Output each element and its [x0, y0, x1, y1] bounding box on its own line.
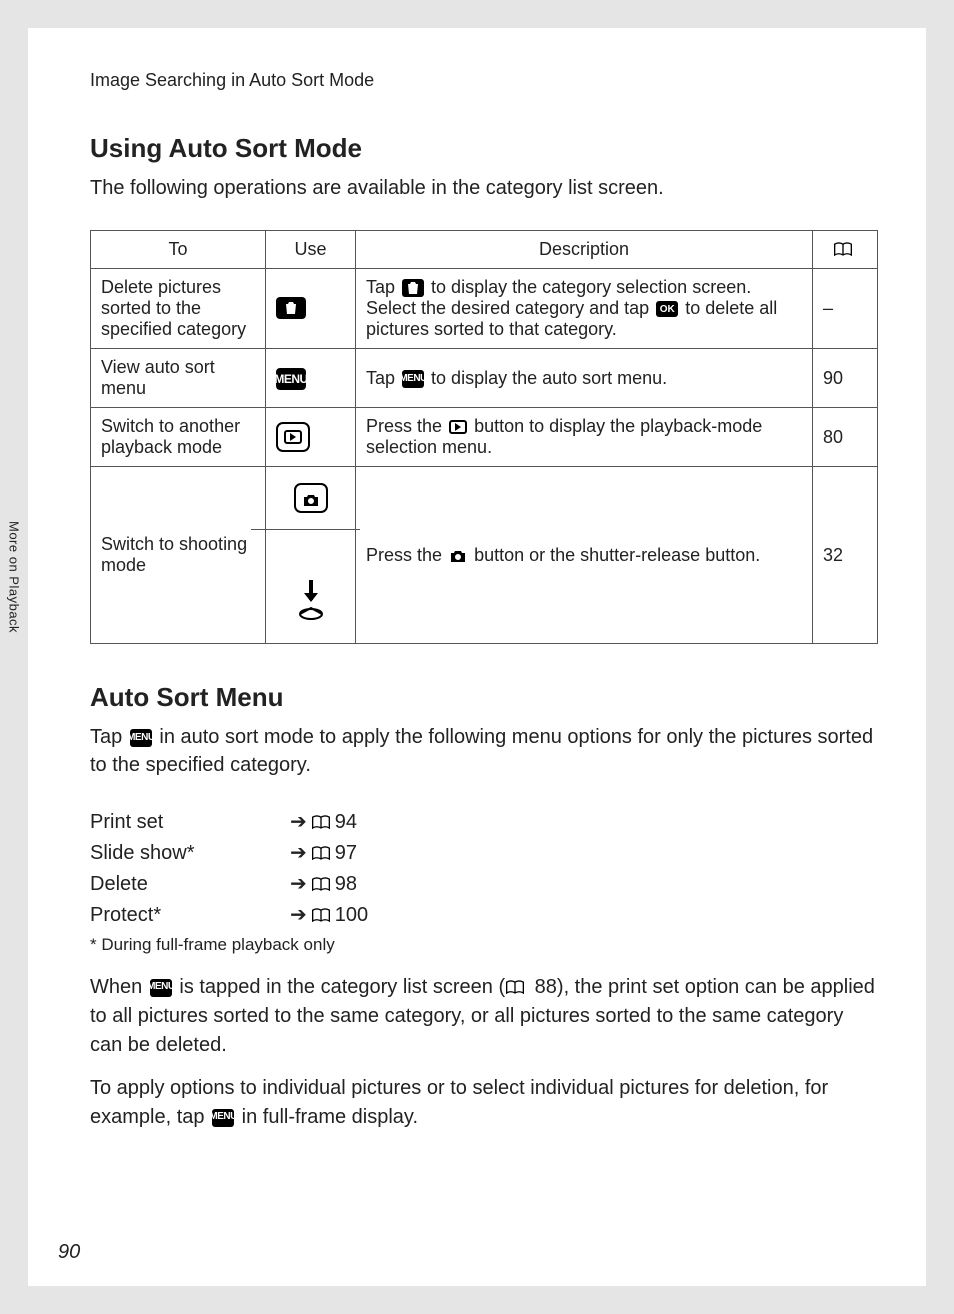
table-row: View auto sort menu MENU Tap MENU to dis… — [91, 349, 878, 408]
cell-ref: 32 — [813, 467, 878, 644]
book-icon — [311, 877, 331, 893]
menu-item: Print set ➔94 — [90, 807, 878, 838]
camera-icon — [449, 549, 467, 563]
menu-item: Delete ➔98 — [90, 869, 878, 900]
book-icon — [311, 846, 331, 862]
footnote: * During full-frame playback only — [90, 935, 878, 955]
page-number: 90 — [58, 1241, 80, 1264]
section-intro: The following operations are available i… — [90, 174, 878, 202]
menu-icon: MENU — [130, 729, 152, 747]
cell-to: Delete pictures sorted to the specified … — [91, 269, 266, 349]
book-icon — [311, 908, 331, 924]
cell-desc: Press the button to display the playback… — [356, 408, 813, 467]
menu-item: Protect* ➔100 — [90, 900, 878, 931]
col-header-ref — [813, 231, 878, 269]
menu-options-list: Print set ➔94 Slide show* ➔97 Delete ➔98… — [90, 807, 878, 931]
book-icon — [505, 980, 525, 996]
menu-icon: MENU — [150, 979, 172, 997]
ok-icon: OK — [656, 301, 678, 317]
menu-icon: MENU — [402, 370, 424, 388]
book-icon — [311, 815, 331, 831]
cell-to: View auto sort menu — [91, 349, 266, 408]
cell-ref: 90 — [813, 349, 878, 408]
cell-ref: – — [813, 269, 878, 349]
section-intro: Tap MENU in auto sort mode to apply the … — [90, 723, 878, 779]
table-row: Delete pictures sorted to the specified … — [91, 269, 878, 349]
cell-to: Switch to shooting mode — [91, 467, 266, 644]
section-heading: Auto Sort Menu — [90, 682, 878, 713]
col-header-use: Use — [266, 231, 356, 269]
cell-desc: Press the button or the shutter-release … — [356, 467, 813, 644]
menu-icon: MENU — [276, 368, 306, 390]
camera-icon — [294, 483, 328, 513]
cell-desc: Tap MENU to display the auto sort menu. — [356, 349, 813, 408]
table-row: Switch to another playback mode Press th… — [91, 408, 878, 467]
paragraph: When MENU is tapped in the category list… — [90, 973, 878, 1060]
cell-to: Switch to another playback mode — [91, 408, 266, 467]
playback-icon — [449, 420, 467, 434]
cell-use — [266, 269, 356, 349]
breadcrumb: Image Searching in Auto Sort Mode — [90, 70, 878, 91]
cell-ref: 80 — [813, 408, 878, 467]
cell-desc: Tap to display the category selection sc… — [356, 269, 813, 349]
menu-icon: MENU — [212, 1109, 234, 1127]
cell-use — [266, 467, 356, 644]
menu-item: Slide show* ➔97 — [90, 838, 878, 869]
side-tab-label: More on Playback — [7, 521, 22, 633]
cell-use — [266, 408, 356, 467]
paragraph: To apply options to individual pictures … — [90, 1074, 878, 1132]
trash-icon — [276, 297, 306, 319]
side-tab: More on Playback — [0, 494, 28, 660]
playback-icon — [276, 422, 310, 452]
col-header-desc: Description — [356, 231, 813, 269]
operations-table: To Use Description Delete pictures sorte… — [90, 230, 878, 644]
book-icon — [833, 242, 853, 258]
cell-use: MENU — [266, 349, 356, 408]
trash-icon — [402, 279, 424, 297]
shutter-icon — [296, 562, 326, 643]
page-body: Image Searching in Auto Sort Mode Using … — [28, 28, 926, 1286]
table-row: Switch to shooting mode — [91, 467, 878, 644]
col-header-to: To — [91, 231, 266, 269]
section-heading: Using Auto Sort Mode — [90, 133, 878, 164]
